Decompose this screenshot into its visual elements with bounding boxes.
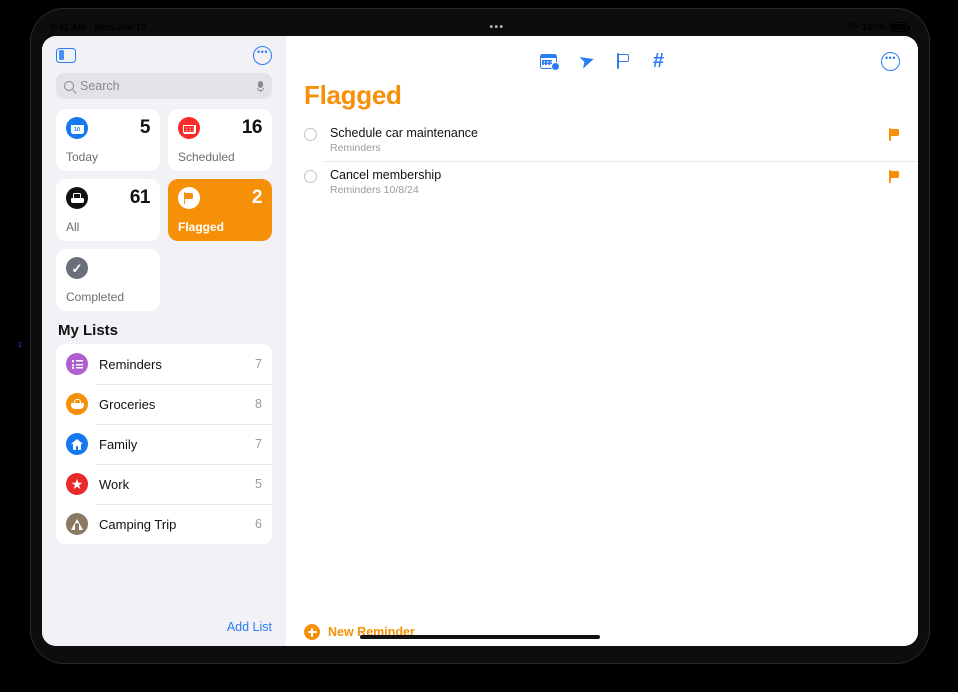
multitasking-dots-icon[interactable]: ••• [146,22,847,33]
list-item-work[interactable]: ★ Work 5 [56,464,272,504]
today-count: 5 [139,117,151,138]
page-title: Flagged [304,80,402,110]
sidebar-more-icon[interactable]: ••• [253,45,272,65]
add-list-label: Add List [226,620,272,634]
smart-list-scheduled[interactable]: 16 Scheduled [168,109,272,171]
plus-circle-icon [304,624,320,640]
reminder-title: Cancel membership [330,168,442,182]
sidebar-more-label: ••• [257,47,268,57]
list-item-camping-trip[interactable]: Camping Trip 6 [56,504,272,544]
basket-icon [66,393,88,415]
today-day-number: 10 [73,127,81,133]
reminder-row[interactable]: Cancel membership Reminders 10/8/24 [286,161,918,203]
unchecked-circle-icon[interactable] [304,128,317,141]
wifi-icon [847,22,859,32]
new-reminder-label: New Reminder [328,625,415,639]
battery-full-icon [889,22,910,32]
search-icon [64,81,74,91]
content-pane: ➤ # ••• Flagged Schedule car maintenance [286,36,918,646]
list-item-label: Work [99,476,130,492]
annotation-marker: 2 [18,342,22,349]
sidebar-toolbar: ••• [56,36,272,68]
content-more-icon[interactable]: ••• [881,51,900,71]
ipad-device-frame: 9:41 AM Mon Jun 10 ••• 100% ••• Search 1… [30,8,930,664]
reminder-row[interactable]: Schedule car maintenance Reminders [286,119,918,161]
calendar-day-icon: 10 [66,117,88,139]
flagged-label: Flagged [178,220,225,234]
sidebar-toggle-icon[interactable] [56,47,76,63]
list-item-count: 7 [255,437,262,451]
list-item-family[interactable]: Family 7 [56,424,272,464]
reminders-list: Schedule car maintenance Reminders Cance… [286,119,918,624]
reminder-title: Schedule car maintenance [330,126,479,140]
tent-icon [66,513,88,535]
my-lists-group: Reminders 7 Groceries 8 Family 7 ★ Work … [56,344,272,544]
hashtag-icon[interactable]: # [653,51,664,71]
list-item-count: 5 [255,477,262,491]
all-label: All [66,220,80,234]
battery-percent-label: 100% [861,21,886,33]
search-input[interactable] [80,79,251,93]
location-arrow-icon[interactable]: ➤ [576,49,597,74]
calendar-grid-icon [178,117,200,139]
list-item-count: 6 [255,517,262,531]
my-lists-heading: My Lists [58,322,119,339]
flag-icon[interactable] [889,170,900,183]
list-item-count: 7 [255,357,262,371]
status-bar: 9:41 AM Mon Jun 10 ••• 100% [42,18,918,36]
inbox-tray-icon [66,187,88,209]
microphone-icon[interactable] [257,80,264,93]
list-item-label: Camping Trip [99,516,177,532]
unchecked-circle-icon[interactable] [304,170,317,183]
content-toolbar: ➤ # ••• [286,42,918,80]
list-item-reminders[interactable]: Reminders 7 [56,344,272,384]
flag-icon[interactable] [889,128,900,141]
search-bar[interactable] [56,73,272,99]
reminder-meta: Reminders 10/8/24 [330,184,419,196]
list-item-groceries[interactable]: Groceries 8 [56,384,272,424]
content-more-label: ••• [885,53,896,63]
status-bar-date: Mon Jun 10 [94,21,147,33]
list-item-label: Groceries [99,396,156,412]
scheduled-label: Scheduled [178,150,235,164]
ipad-screen: ••• 10 5 Today [42,36,918,646]
flagged-count: 2 [251,187,263,208]
scheduled-count: 16 [241,117,263,138]
list-item-label: Reminders [99,356,162,372]
smart-list-all[interactable]: 61 All [56,179,160,241]
smart-lists-grid: 10 5 Today 16 Scheduled 61 All 2 Flagged… [56,109,272,311]
completed-label: Completed [66,290,125,304]
smart-list-flagged[interactable]: 2 Flagged [168,179,272,241]
status-bar-time: 9:41 AM [50,21,87,33]
house-icon [66,433,88,455]
flag-outline-icon[interactable] [616,53,631,69]
smart-list-completed[interactable]: ✓ Completed [56,249,160,311]
checkmark-circle-icon: ✓ [66,257,88,279]
reminder-meta: Reminders [330,142,381,154]
smart-list-today[interactable]: 10 5 Today [56,109,160,171]
bulleted-list-icon [66,353,88,375]
sidebar: ••• 10 5 Today [42,36,286,646]
add-list-button[interactable]: Add List [56,608,272,646]
list-item-label: Family [99,436,138,452]
new-reminder-button[interactable]: New Reminder [286,624,918,646]
all-count: 61 [129,187,151,208]
list-item-count: 8 [255,397,262,411]
today-label: Today [66,150,99,164]
flag-icon [178,187,200,209]
scheduled-calendar-icon[interactable] [539,53,560,71]
star-icon: ★ [66,473,88,495]
